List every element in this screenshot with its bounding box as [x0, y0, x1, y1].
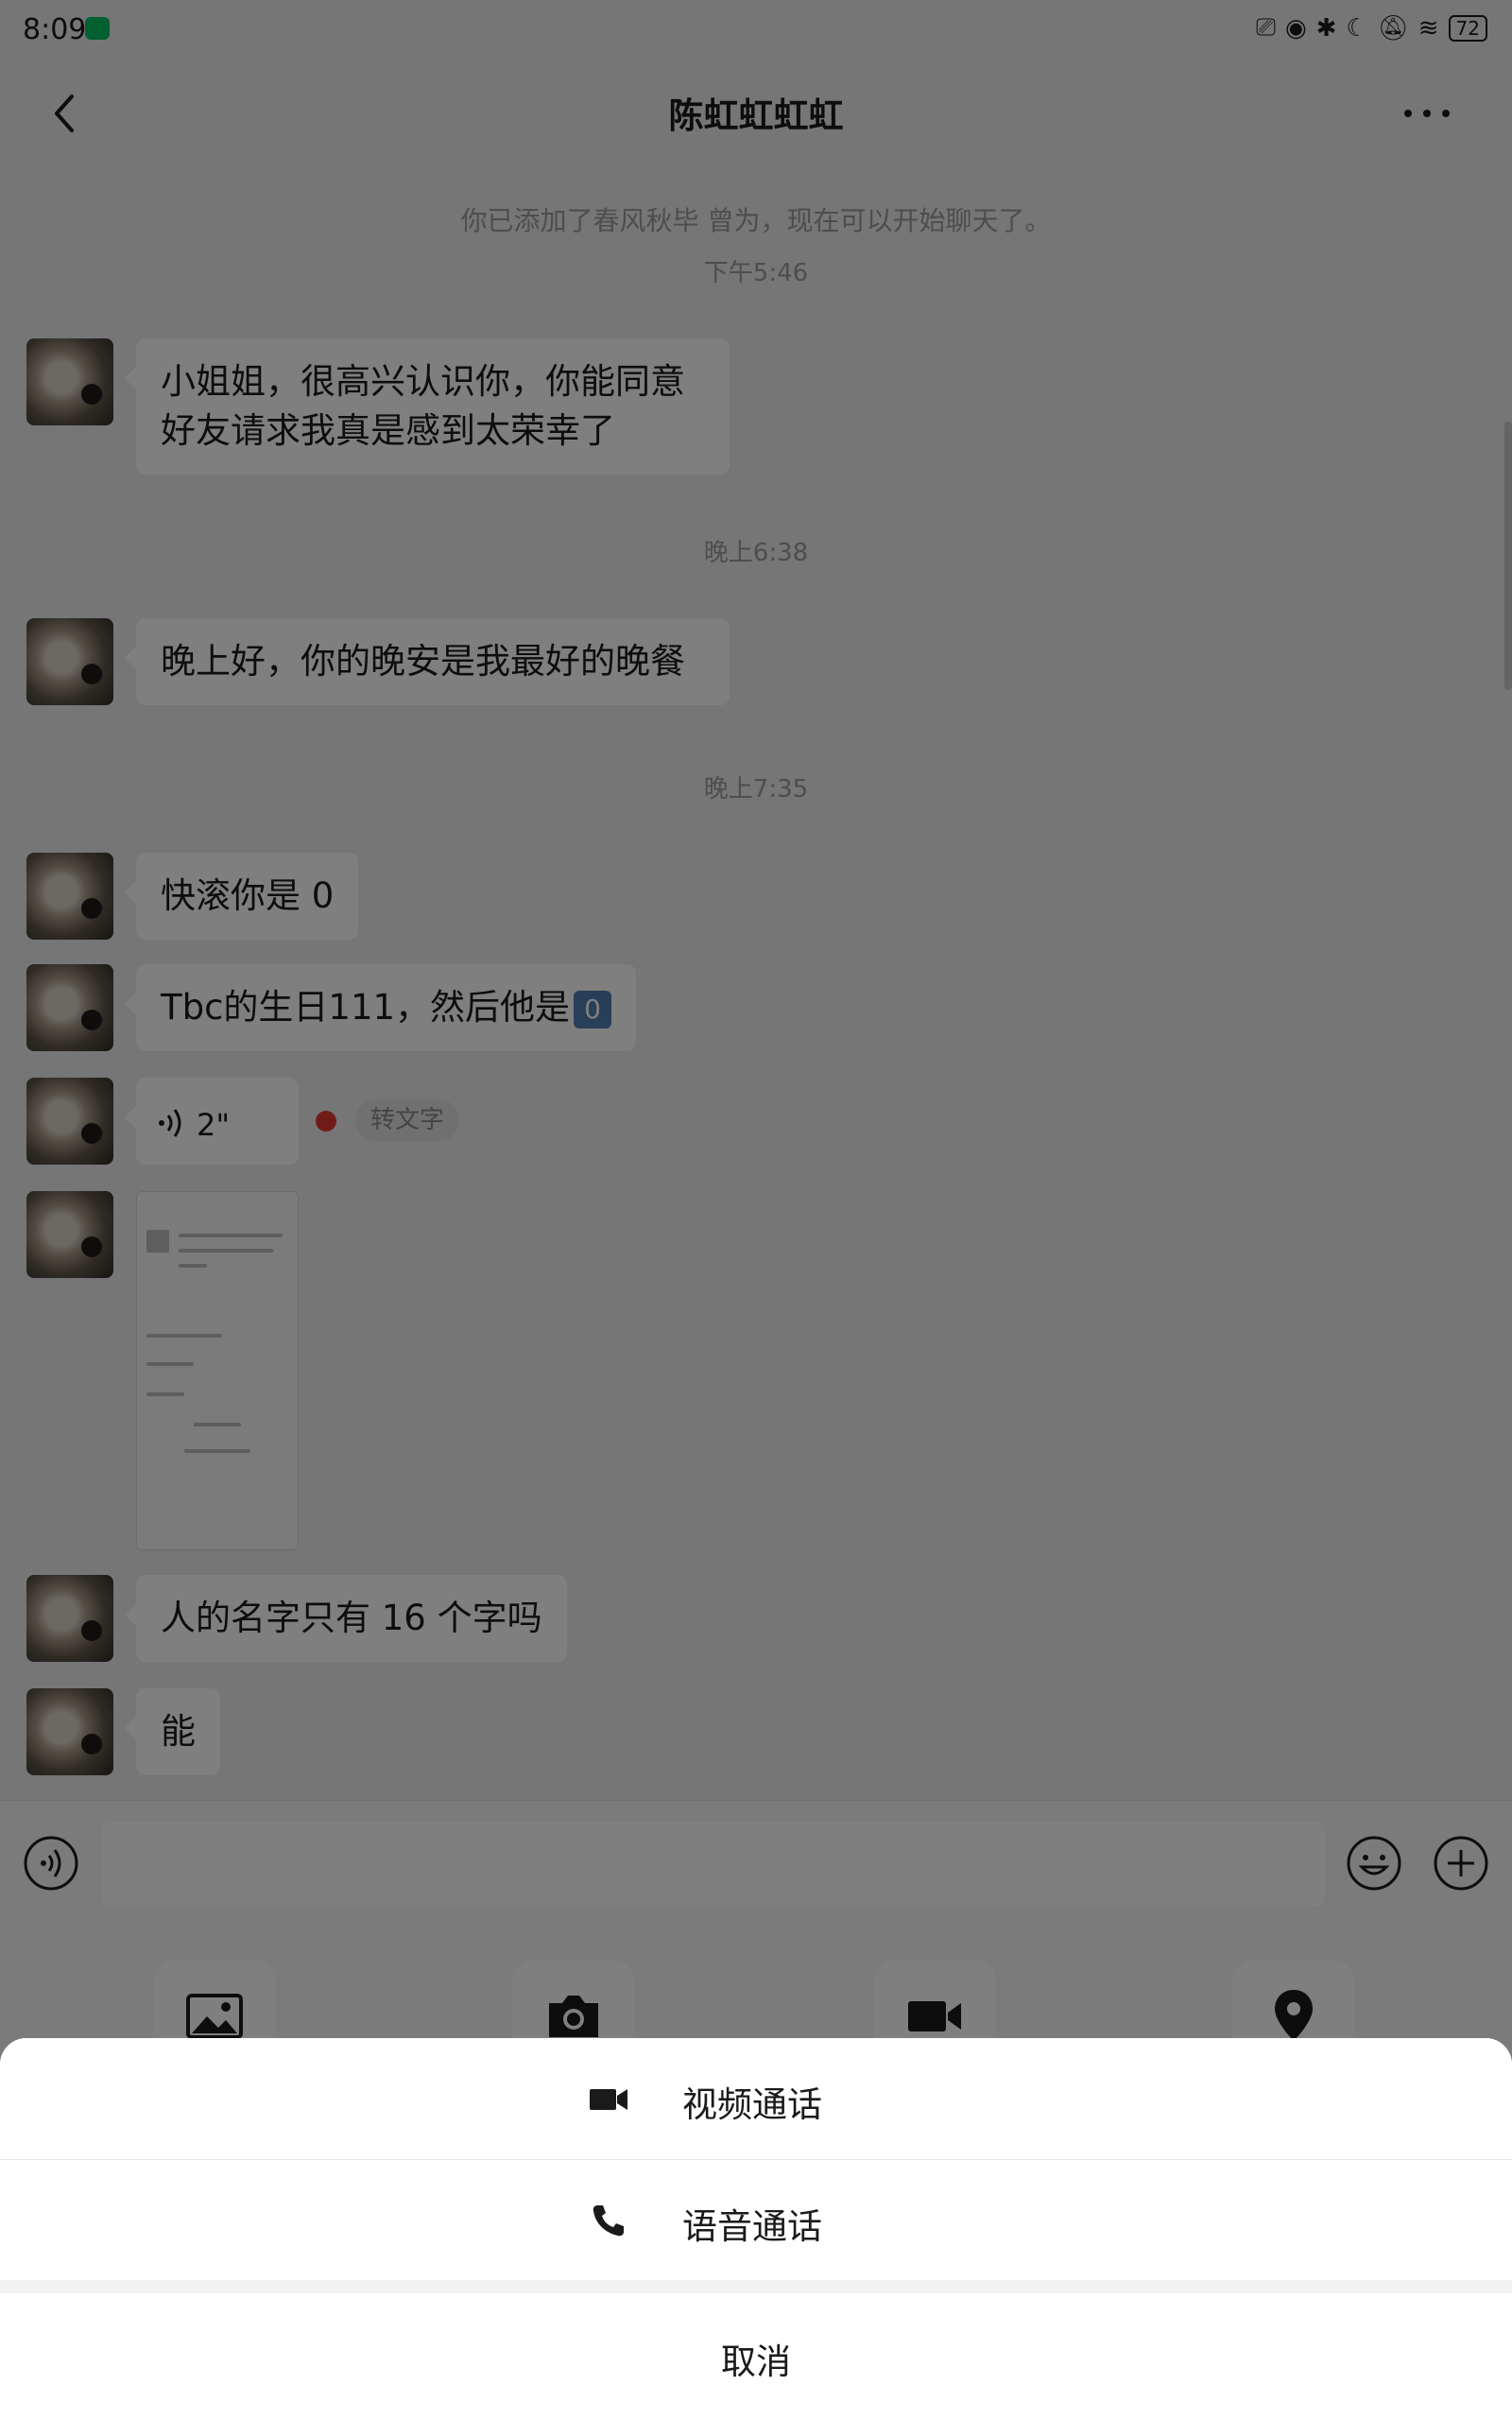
- cancel-button[interactable]: 取消: [0, 2293, 1512, 2420]
- video-call-label: 视频通话: [682, 2084, 822, 2125]
- call-action-sheet: 视频通话 语音通话 取消: [0, 2038, 1512, 2420]
- sheet-separator: [0, 2280, 1512, 2293]
- voice-call-option[interactable]: 语音通话: [0, 2160, 1512, 2281]
- chat-screen: 8:09 ⎚ ◉ ✱ ☾ 🔕︎ ≋ 72 陈虹虹虹虹 你已添加了春风秋毕 曾为，…: [0, 0, 1512, 2420]
- voice-call-label: 语音通话: [682, 2206, 822, 2247]
- phone-icon: [593, 2205, 624, 2237]
- video-camera-icon: [590, 2089, 627, 2110]
- video-call-option[interactable]: 视频通话: [0, 2038, 1512, 2159]
- cancel-label: 取消: [721, 2342, 791, 2382]
